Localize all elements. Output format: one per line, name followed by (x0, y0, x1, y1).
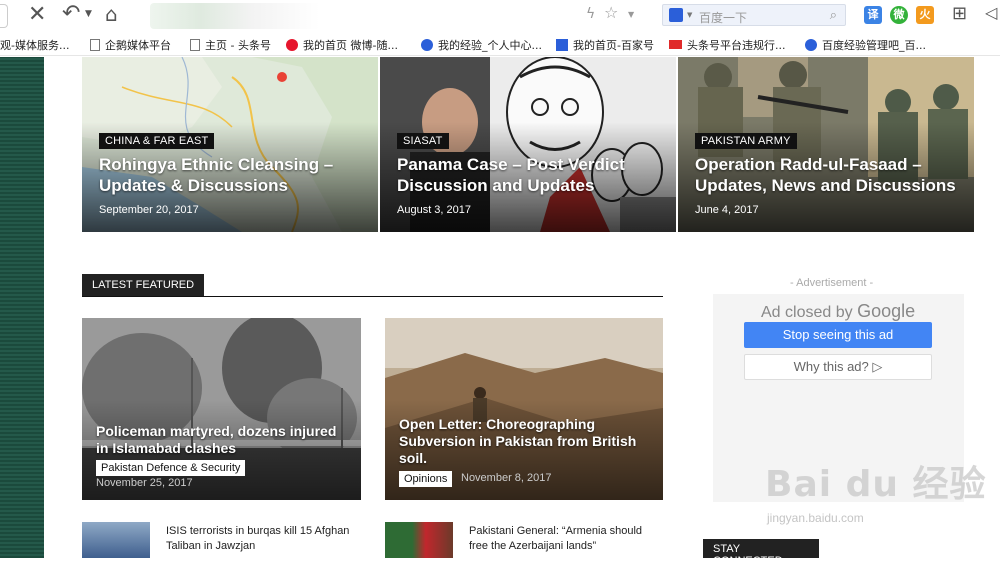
search-icon[interactable]: ⌕ (830, 7, 837, 23)
slide-title[interactable]: Operation Radd-ul-Fasaad – Updates, News… (695, 154, 965, 196)
wechat-extension-icon[interactable]: 微 (890, 6, 908, 24)
ad-closed-prefix: Ad closed by (761, 304, 858, 321)
bookmark-item[interactable]: 头条号平台违规行... (669, 37, 786, 53)
weibo-icon (286, 39, 298, 51)
watermark-url: jingyan.baidu.com (767, 511, 864, 525)
bookmark-label: 百度经验管理吧_百... (822, 39, 926, 52)
stay-connected-heading: Stay Connected (703, 539, 819, 567)
address-bar[interactable] (150, 3, 320, 29)
apps-grid-icon[interactable]: ⊞ (952, 5, 967, 23)
card-date: November 8, 2017 (461, 472, 552, 484)
undo-icon[interactable]: ↶ (62, 3, 80, 25)
list-item-title[interactable]: ISIS terrorists in burqas kill 15 Afghan… (166, 524, 361, 554)
baidu-paw-icon (421, 39, 433, 51)
bookmark-label: 我的经验_个人中心... (438, 39, 542, 52)
slide-date: June 4, 2017 (695, 204, 759, 216)
baidu-watermark: Bai du 经验 jingyan.baidu.com (765, 455, 987, 525)
bookmark-label: 观-媒体服务... (0, 39, 70, 52)
page-edge (0, 4, 8, 28)
bookmark-item[interactable]: 企鹅媒体平台 (90, 37, 171, 53)
bookmark-item[interactable]: 我的经验_个人中心... (421, 37, 542, 53)
list-item-thumbnail[interactable] (385, 522, 453, 558)
chevron-down-icon[interactable]: ▼ (687, 12, 692, 19)
chevron-down-icon[interactable]: ▼ (85, 10, 92, 19)
page-background-strip (0, 57, 44, 558)
bookmark-label: 我的首页 微博-随... (303, 39, 398, 52)
bookmark-label: 企鹅媒体平台 (105, 39, 171, 52)
chevron-down-icon[interactable]: ▼ (628, 11, 634, 19)
bookmarks-bar: 观-媒体服务... 企鹅媒体平台 主页 - 头条号 我的首页 微博-随... 我… (0, 32, 1000, 56)
bookmark-label: 头条号平台违规行... (687, 39, 786, 52)
slide-date: September 20, 2017 (99, 204, 199, 216)
slide-title[interactable]: Panama Case – Post Verdict Discussion an… (397, 154, 647, 196)
baidu-paw-icon (805, 39, 817, 51)
list-item-thumbnail[interactable] (82, 522, 150, 558)
bookmark-item[interactable]: 百度经验管理吧_百... (805, 37, 926, 53)
stop-seeing-ad-button[interactable]: Stop seeing this ad (744, 322, 932, 348)
category-badge[interactable]: China & Far East (99, 133, 215, 149)
card-title[interactable]: Open Letter: Choreographing Subversion i… (399, 416, 639, 467)
bookmark-label: 主页 - 头条号 (205, 39, 271, 52)
bookmark-item[interactable]: 我的首页-百家号 (556, 37, 654, 53)
category-tag[interactable]: Opinions (399, 471, 453, 487)
list-item-title[interactable]: Pakistani General: “Armenia should free … (469, 524, 664, 554)
document-icon (190, 39, 200, 51)
slider-item[interactable]: SIASAT Panama Case – Post Verdict Discus… (380, 57, 676, 232)
advertisement-label: - Advertisement - (790, 277, 874, 289)
category-tag[interactable]: Pakistan Defence & Security (96, 460, 246, 476)
document-icon (90, 39, 100, 51)
bookmark-label: 我的首页-百家号 (573, 39, 654, 52)
google-logo: Google (857, 301, 916, 321)
slide-title[interactable]: Rohingya Ethnic Cleansing – Updates & Di… (99, 154, 359, 196)
search-box[interactable]: ▼ 百度一下 ⌕ (662, 4, 846, 26)
card-title[interactable]: Policeman martyred, dozens injured in Is… (96, 423, 351, 457)
slide-date: August 3, 2017 (397, 204, 472, 216)
translate-extension-icon[interactable]: 译 (864, 6, 882, 24)
baidu-paw-icon[interactable] (669, 8, 683, 22)
category-badge[interactable]: Pakistan Army (695, 133, 797, 149)
star-icon[interactable]: ☆ (604, 5, 618, 21)
bookmark-item[interactable]: 主页 - 头条号 (190, 37, 271, 53)
close-icon[interactable]: ✕ (28, 4, 46, 26)
lightning-icon[interactable]: ϟ (586, 7, 595, 21)
slider-item[interactable]: Pakistan Army Operation Radd-ul-Fasaad –… (678, 57, 974, 232)
bookmark-item[interactable]: 我的首页 微博-随... (286, 37, 398, 53)
section-title: Latest Featured (82, 274, 205, 296)
speaker-icon[interactable]: ◁ (985, 5, 997, 21)
why-this-ad-button[interactable]: Why this ad? ▷ (744, 354, 932, 380)
slider-item[interactable]: China & Far East Rohingya Ethnic Cleansi… (82, 57, 378, 232)
toutiao-icon (669, 40, 682, 49)
watermark-main: Bai du 经验 (765, 464, 987, 505)
home-icon[interactable]: ⌂ (105, 4, 118, 24)
card-date: November 25, 2017 (96, 477, 193, 489)
fox-extension-icon[interactable]: 火 (916, 6, 934, 24)
category-badge[interactable]: SIASAT (397, 133, 449, 149)
featured-card[interactable]: Policeman martyred, dozens injured in Is… (82, 318, 361, 500)
search-input[interactable]: 百度一下 (699, 9, 747, 26)
baidu-paw-icon (556, 39, 568, 51)
bookmark-item[interactable]: 观-媒体服务... (0, 37, 69, 53)
featured-card[interactable]: Open Letter: Choreographing Subversion i… (385, 318, 663, 500)
latest-featured-heading: Latest Featured (82, 274, 663, 297)
ad-closed-text: Ad closed by Google (761, 301, 915, 322)
browser-toolbar: ✕ ↶ ▼ ⌂ ϟ ☆ ▼ ▼ 百度一下 ⌕ 译 微 火 ⊞ ◁ (0, 0, 1000, 32)
